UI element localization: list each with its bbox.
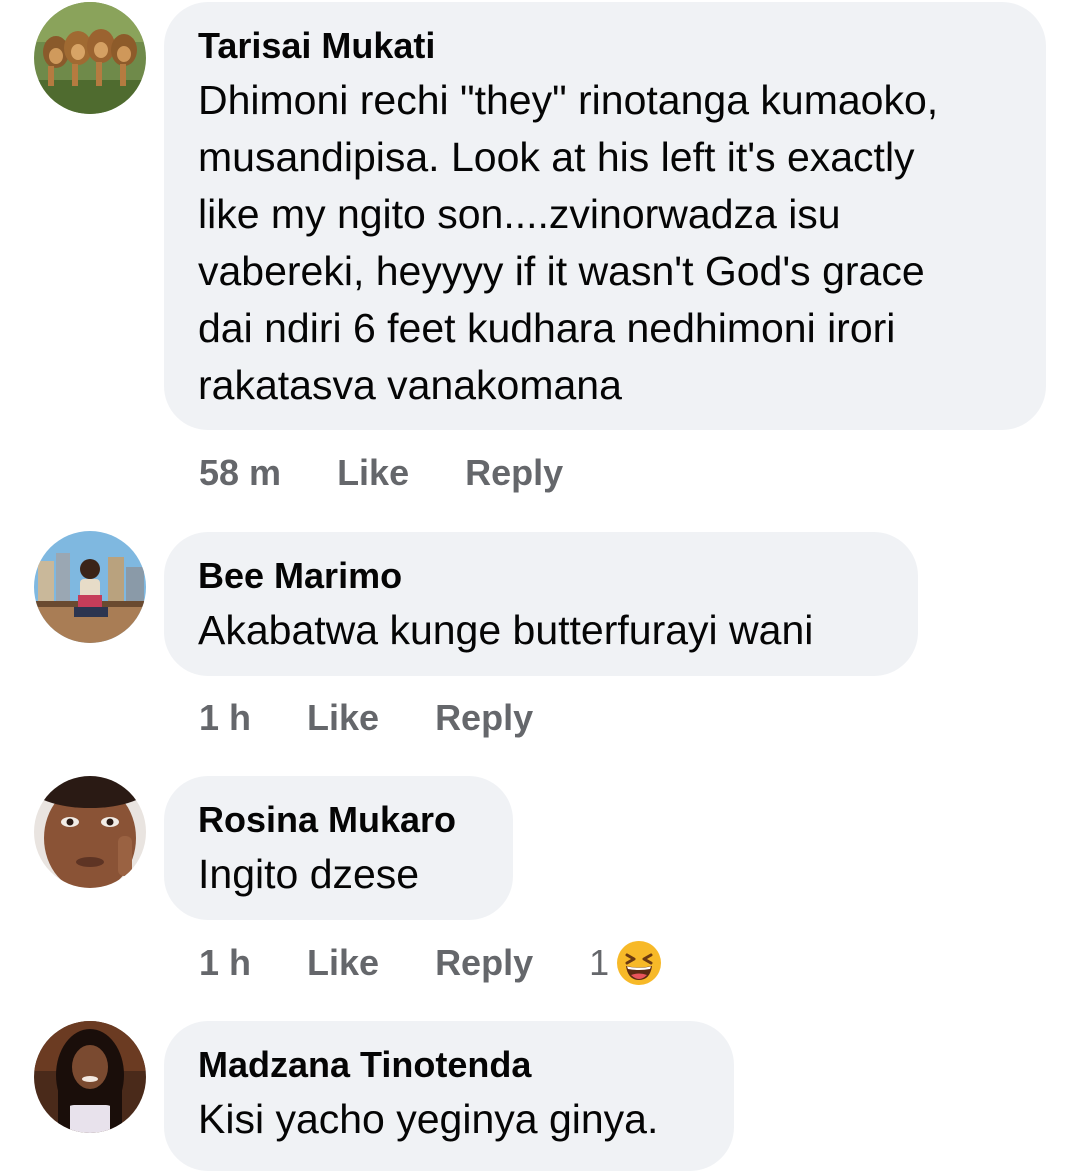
like-button[interactable]: Like bbox=[337, 452, 409, 494]
comment-text-line: vabereki, heyyyy if it wasn't God's grac… bbox=[198, 248, 925, 294]
reaction-count: 1 bbox=[589, 942, 610, 983]
laughing-emoji-icon bbox=[617, 941, 662, 985]
comment-timestamp[interactable]: 58 m bbox=[199, 452, 281, 494]
avatar[interactable] bbox=[34, 776, 146, 888]
like-button[interactable]: Like bbox=[307, 697, 379, 739]
comment-bubble: Bee Marimo Akabatwa kunge butterfurayi w… bbox=[164, 532, 918, 676]
comment-actions: 1 h Like Reply bbox=[199, 693, 589, 743]
comment-text-line: Dhimoni rechi "they" rinotanga kumaoko, bbox=[198, 77, 939, 123]
avatar[interactable] bbox=[34, 531, 146, 643]
comment-text-line: musandipisa. Look at his left it's exact… bbox=[198, 134, 915, 180]
comment-text-line: Kisi yacho yeginya ginya. bbox=[198, 1096, 659, 1142]
comment-bubble: Tarisai Mukati Dhimoni rechi "they" rino… bbox=[164, 2, 1046, 430]
comment-text-line: like my ngito son....zvinorwadza isu bbox=[198, 191, 841, 237]
comment-bubble: Madzana Tinotenda Kisi yacho yeginya gin… bbox=[164, 1021, 734, 1171]
reaction-summary[interactable]: 1 bbox=[589, 939, 663, 987]
city-avatar-icon bbox=[34, 531, 146, 643]
comment-text: Akabatwa kunge butterfurayi wani bbox=[198, 602, 884, 659]
comment-timestamp[interactable]: 1 h bbox=[199, 942, 251, 984]
face-avatar-icon bbox=[34, 776, 146, 888]
lions-avatar-icon bbox=[34, 2, 146, 114]
comment-author[interactable]: Madzana Tinotenda bbox=[198, 1043, 700, 1087]
comment-text: Kisi yacho yeginya ginya. bbox=[198, 1091, 700, 1148]
comment-text: Dhimoni rechi "they" rinotanga kumaoko, … bbox=[198, 72, 1012, 414]
comment-bubble: Rosina Mukaro Ingito dzese bbox=[164, 776, 513, 920]
reply-button[interactable]: Reply bbox=[465, 452, 563, 494]
comment-text-line: Akabatwa kunge butterfurayi wani bbox=[198, 607, 814, 653]
comment-text-line: Ingito dzese bbox=[198, 851, 420, 897]
comment-timestamp[interactable]: 1 h bbox=[199, 697, 251, 739]
comment-author[interactable]: Tarisai Mukati bbox=[198, 24, 1012, 68]
comment-text-line: dai ndiri 6 feet kudhara nedhimoni irori bbox=[198, 305, 896, 351]
comment-text: Ingito dzese bbox=[198, 846, 479, 903]
comment-actions: 58 m Like Reply bbox=[199, 448, 619, 498]
comment-author[interactable]: Rosina Mukaro bbox=[198, 798, 479, 842]
like-button[interactable]: Like bbox=[307, 942, 379, 984]
woman-avatar-icon bbox=[34, 1021, 146, 1133]
comment-author[interactable]: Bee Marimo bbox=[198, 554, 884, 598]
reply-button[interactable]: Reply bbox=[435, 697, 533, 739]
reply-button[interactable]: Reply bbox=[435, 942, 533, 984]
comment-actions: 1 h Like Reply 1 bbox=[199, 938, 663, 988]
avatar[interactable] bbox=[34, 1021, 146, 1133]
comment-text-line: rakatasva vanakomana bbox=[198, 362, 622, 408]
avatar[interactable] bbox=[34, 2, 146, 114]
